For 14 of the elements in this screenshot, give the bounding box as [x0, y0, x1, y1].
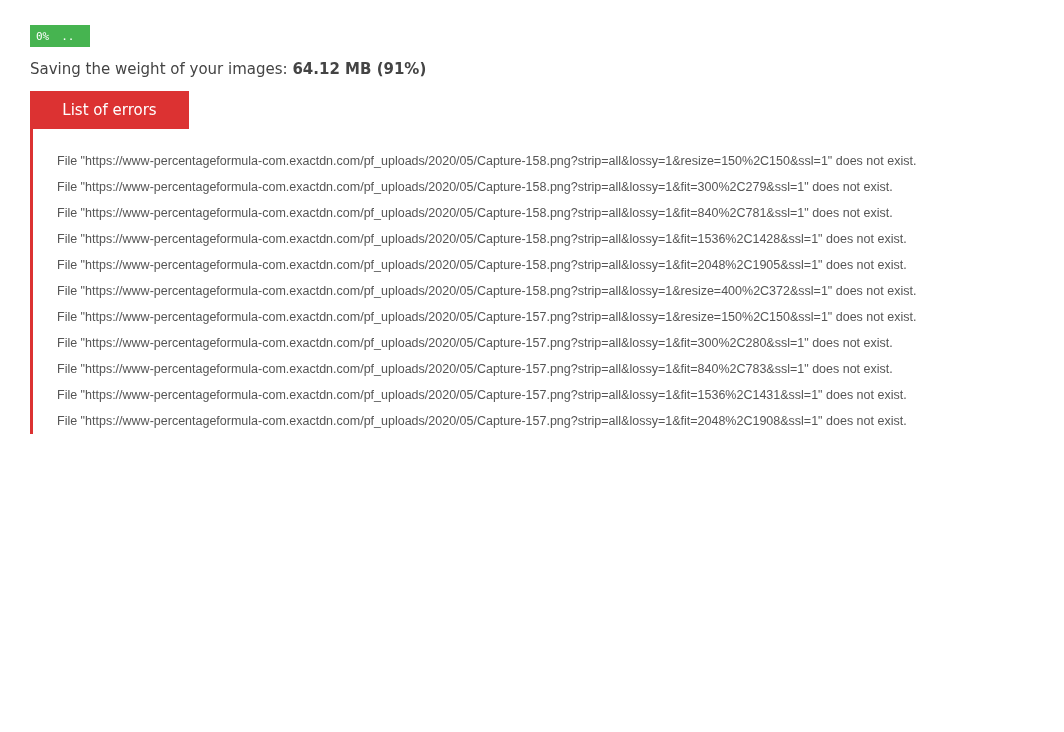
progress-dots: .. — [61, 29, 75, 43]
error-message: File "https://www-percentageformula-com.exactdn.com/pf_uploads/2020/05/Capture-157.png?strip=all&lossy=1&fit=300%2C280&ssl=1" does not exist. — [57, 335, 894, 352]
progress-percent: 0% — [36, 29, 50, 43]
error-message: File "https://www-percentageformula-com.exactdn.com/pf_uploads/2020/05/Capture-158.png?strip=all&lossy=1&fit=2048%2C1905&ssl=1" does not exist. — [57, 257, 908, 274]
error-message: File "https://www-percentageformula-com.exactdn.com/pf_uploads/2020/05/Capture-158.png?strip=all&lossy=1&fit=840%2C781&ssl=1" does not exist. — [57, 205, 894, 222]
error-message: File "https://www-percentageformula-com.exactdn.com/pf_uploads/2020/05/Capture-158.png?strip=all&lossy=1&fit=300%2C279&ssl=1" does not exist. — [57, 179, 894, 196]
error-message: File "https://www-percentageformula-com.exactdn.com/pf_uploads/2020/05/Capture-158.png?strip=all&lossy=1&fit=1536%2C1428&ssl=1" does not exist. — [57, 231, 908, 248]
error-message: File "https://www-percentageformula-com.exactdn.com/pf_uploads/2020/05/Capture-158.png?strip=all&lossy=1&resize=150%2C150&ssl=1" does not exist. — [57, 153, 918, 170]
error-message: File "https://www-percentageformula-com.exactdn.com/pf_uploads/2020/05/Capture-158.png?strip=all&lossy=1&resize=400%2C372&ssl=1" does not exist. — [57, 283, 918, 300]
error-message: File "https://www-percentageformula-com.exactdn.com/pf_uploads/2020/05/Capture-157.png?strip=all&lossy=1&fit=1536%2C1431&ssl=1" does not exist. — [57, 387, 908, 404]
error-message: File "https://www-percentageformula-com.exactdn.com/pf_uploads/2020/05/Capture-157.png?strip=all&lossy=1&resize=150%2C150&ssl=1" does not exist. — [57, 309, 918, 326]
saving-summary: Saving the weight of your images: 64.12 MB (91%) — [30, 59, 427, 80]
error-message: File "https://www-percentageformula-com.exactdn.com/pf_uploads/2020/05/Capture-157.png?strip=all&lossy=1&fit=840%2C783&ssl=1" does not exist. — [57, 361, 894, 378]
error-message: File "https://www-percentageformula-com.exactdn.com/pf_uploads/2020/05/Capture-157.png?strip=all&lossy=1&fit=2048%2C1908&ssl=1" does not exist. — [57, 413, 908, 430]
